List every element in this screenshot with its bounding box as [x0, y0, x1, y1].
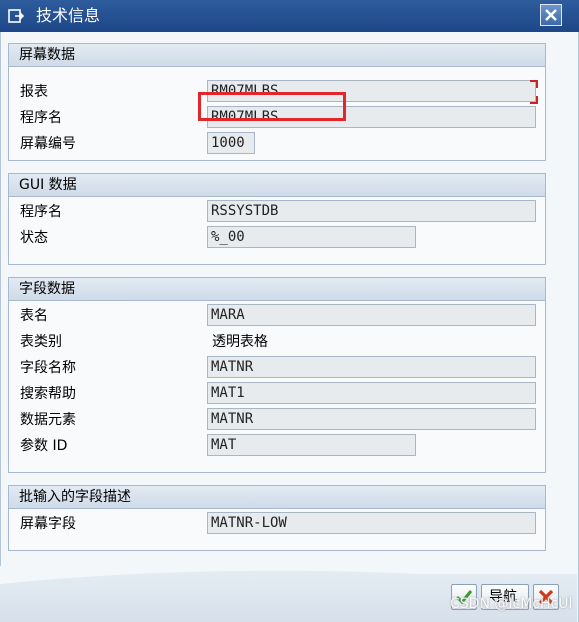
table-type-value: 透明表格: [212, 334, 268, 350]
screen-no-label: 屏幕编号: [20, 136, 76, 152]
param-id-field[interactable]: MAT: [207, 434, 416, 456]
row-search-help: 搜索帮助 MAT1: [9, 382, 545, 406]
row-table-type: 表类别 透明表格: [9, 330, 545, 354]
param-id-label: 参数 ID: [20, 438, 68, 454]
row-table: 表名 MARA: [9, 304, 545, 328]
watermark: CSDN @IcMcHcUl: [450, 596, 573, 612]
row-screen-no: 屏幕编号 1000: [9, 132, 545, 156]
data-element-field[interactable]: MATNR: [207, 408, 536, 430]
table-field[interactable]: MARA: [207, 304, 536, 326]
close-button[interactable]: [540, 4, 562, 26]
group-header: 字段数据: [9, 278, 545, 301]
row-gui-program: 程序名 RSSYSTDB: [9, 200, 545, 224]
gui-program-field[interactable]: RSSYSTDB: [207, 200, 536, 222]
required-marker: [530, 80, 538, 88]
screen-no-field[interactable]: 1000: [207, 132, 255, 154]
title-bar: 技术信息: [0, 0, 579, 32]
row-field-name: 字段名称 MATNR: [9, 356, 545, 380]
window-title: 技术信息: [36, 6, 101, 25]
row-param-id: 参数 ID MAT: [9, 434, 545, 458]
group-header: 屏幕数据: [9, 44, 545, 67]
table-label: 表名: [20, 308, 48, 324]
highlight-box: [198, 92, 346, 121]
window-icon: [8, 9, 25, 23]
gui-program-label: 程序名: [20, 204, 62, 220]
report-label: 报表: [20, 84, 48, 100]
group-header: 批输入的字段描述: [9, 486, 545, 509]
status-field[interactable]: %_00: [207, 226, 416, 248]
group-batch-input: 批输入的字段描述 屏幕字段 MATNR-LOW: [8, 485, 546, 551]
group-gui-data: GUI 数据 程序名 RSSYSTDB 状态 %_00: [8, 173, 546, 265]
field-name-label: 字段名称: [20, 360, 76, 376]
search-help-label: 搜索帮助: [20, 386, 76, 402]
row-status: 状态 %_00: [9, 226, 545, 250]
group-header: GUI 数据: [9, 174, 545, 197]
close-icon: [545, 9, 557, 21]
screen-field-label: 屏幕字段: [20, 516, 76, 532]
screen-field-field[interactable]: MATNR-LOW: [207, 512, 536, 534]
status-label: 状态: [20, 230, 48, 246]
data-element-label: 数据元素: [20, 412, 76, 428]
row-screen-field: 屏幕字段 MATNR-LOW: [9, 512, 545, 536]
table-type-label: 表类别: [20, 334, 62, 350]
field-name-field[interactable]: MATNR: [207, 356, 536, 378]
row-data-element: 数据元素 MATNR: [9, 408, 545, 432]
program-label: 程序名: [20, 110, 62, 126]
group-field-data: 字段数据 表名 MARA 表类别 透明表格 字段名称 MATNR 搜索帮助 MA…: [8, 277, 546, 473]
required-marker: [530, 96, 538, 104]
search-help-field[interactable]: MAT1: [207, 382, 536, 404]
